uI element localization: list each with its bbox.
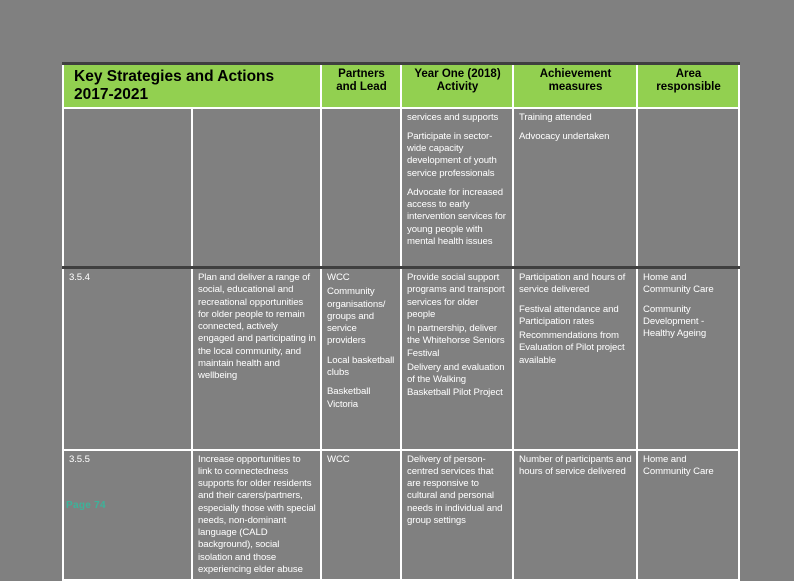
cell-achievement-measures: Participation and hours of service deliv… [512,266,638,450]
column-header-key-strategies: Key Strategies and Actions 2017-2021 [62,61,322,109]
cell-paragraph: Local basketball clubs [327,354,395,378]
cell-year-one-activity: Delivery of person-centred services that… [400,448,514,581]
cell-partners-and-lead: WCC Community organisations/ groups and … [320,266,402,450]
cell-area-responsible: Home and Community Care [636,448,740,581]
column-header-area-responsible: Area responsible [636,61,740,109]
cell-action-id: 3.5.5 [62,448,193,581]
column-header-achievement-measures: Achievement measures [512,61,638,109]
table-row: 3.5.5 Increase opportunities to link to … [62,448,740,581]
cell-paragraph: Advocacy undertaken [519,130,610,142]
cell-paragraph: Training attended [519,111,592,123]
cell-partners-and-lead [320,107,402,268]
strategies-actions-table: Key Strategies and Actions 2017-2021 Par… [62,61,740,581]
cell-paragraph: Community Development - Healthy Ageing [643,303,707,340]
cell-action-id [62,107,193,268]
cell-paragraph: Home and Community Care [643,453,714,477]
cell-action-description: Increase opportunities to link to connec… [191,448,322,581]
column-header-year-one-activity: Year One (2018) Activity [400,61,514,109]
cell-paragraph: Recommendations from Evaluation of Pilot… [519,330,625,366]
table-header: Key Strategies and Actions 2017-2021 Par… [62,61,740,109]
cell-year-one-activity: services and supports Participate in sec… [400,107,514,268]
document-page: Key Strategies and Actions 2017-2021 Par… [0,0,794,581]
cell-paragraph: WCC [327,272,350,284]
table-row: 3.5.4 Plan and deliver a range of social… [62,266,740,450]
page-number-footer: Page 74 [66,500,106,511]
cell-action-description [191,107,322,268]
cell-area-responsible [636,107,740,268]
cell-paragraph: Festival attendance and Participation ra… [519,303,619,327]
cell-paragraph: Basketball Victoria [327,386,371,410]
cell-partners-and-lead: WCC [320,448,402,581]
table-header-row: Key Strategies and Actions 2017-2021 Par… [62,61,740,109]
table-body: services and supports Participate in sec… [62,107,740,581]
cell-paragraph: Delivery of person-centred services that… [407,453,503,526]
cell-paragraph: Delivery and evaluation of the Walking B… [407,361,505,398]
cell-paragraph: Number of participants and hours of serv… [519,453,632,477]
cell-area-responsible: Home and Community Care Community Develo… [636,266,740,450]
cell-paragraph: Home and Community Care [643,272,714,296]
cell-paragraph: WCC [327,453,350,465]
cell-paragraph: Participation and hours of service deliv… [519,272,626,296]
cell-paragraph: Provide social support programs and tran… [407,272,505,320]
cell-year-one-activity: Provide social support programs and tran… [400,266,514,450]
cell-paragraph: Community organisations/ groups and serv… [327,286,386,347]
cell-paragraph: Participate in sector-wide capacity deve… [407,130,497,179]
cell-paragraph: Advocate for increased access to early i… [407,186,506,248]
cell-achievement-measures: Training attended Advocacy undertaken [512,107,638,268]
cell-paragraph: In partnership, deliver the Whitehorse S… [407,323,505,359]
cell-action-description: Plan and deliver a range of social, educ… [191,266,322,450]
cell-action-id: 3.5.4 [62,266,193,450]
column-header-partners-and-lead: Partners and Lead [320,61,402,109]
table-row: services and supports Participate in sec… [62,107,740,268]
cell-paragraph: services and supports [407,111,499,123]
cell-achievement-measures: Number of participants and hours of serv… [512,448,638,581]
